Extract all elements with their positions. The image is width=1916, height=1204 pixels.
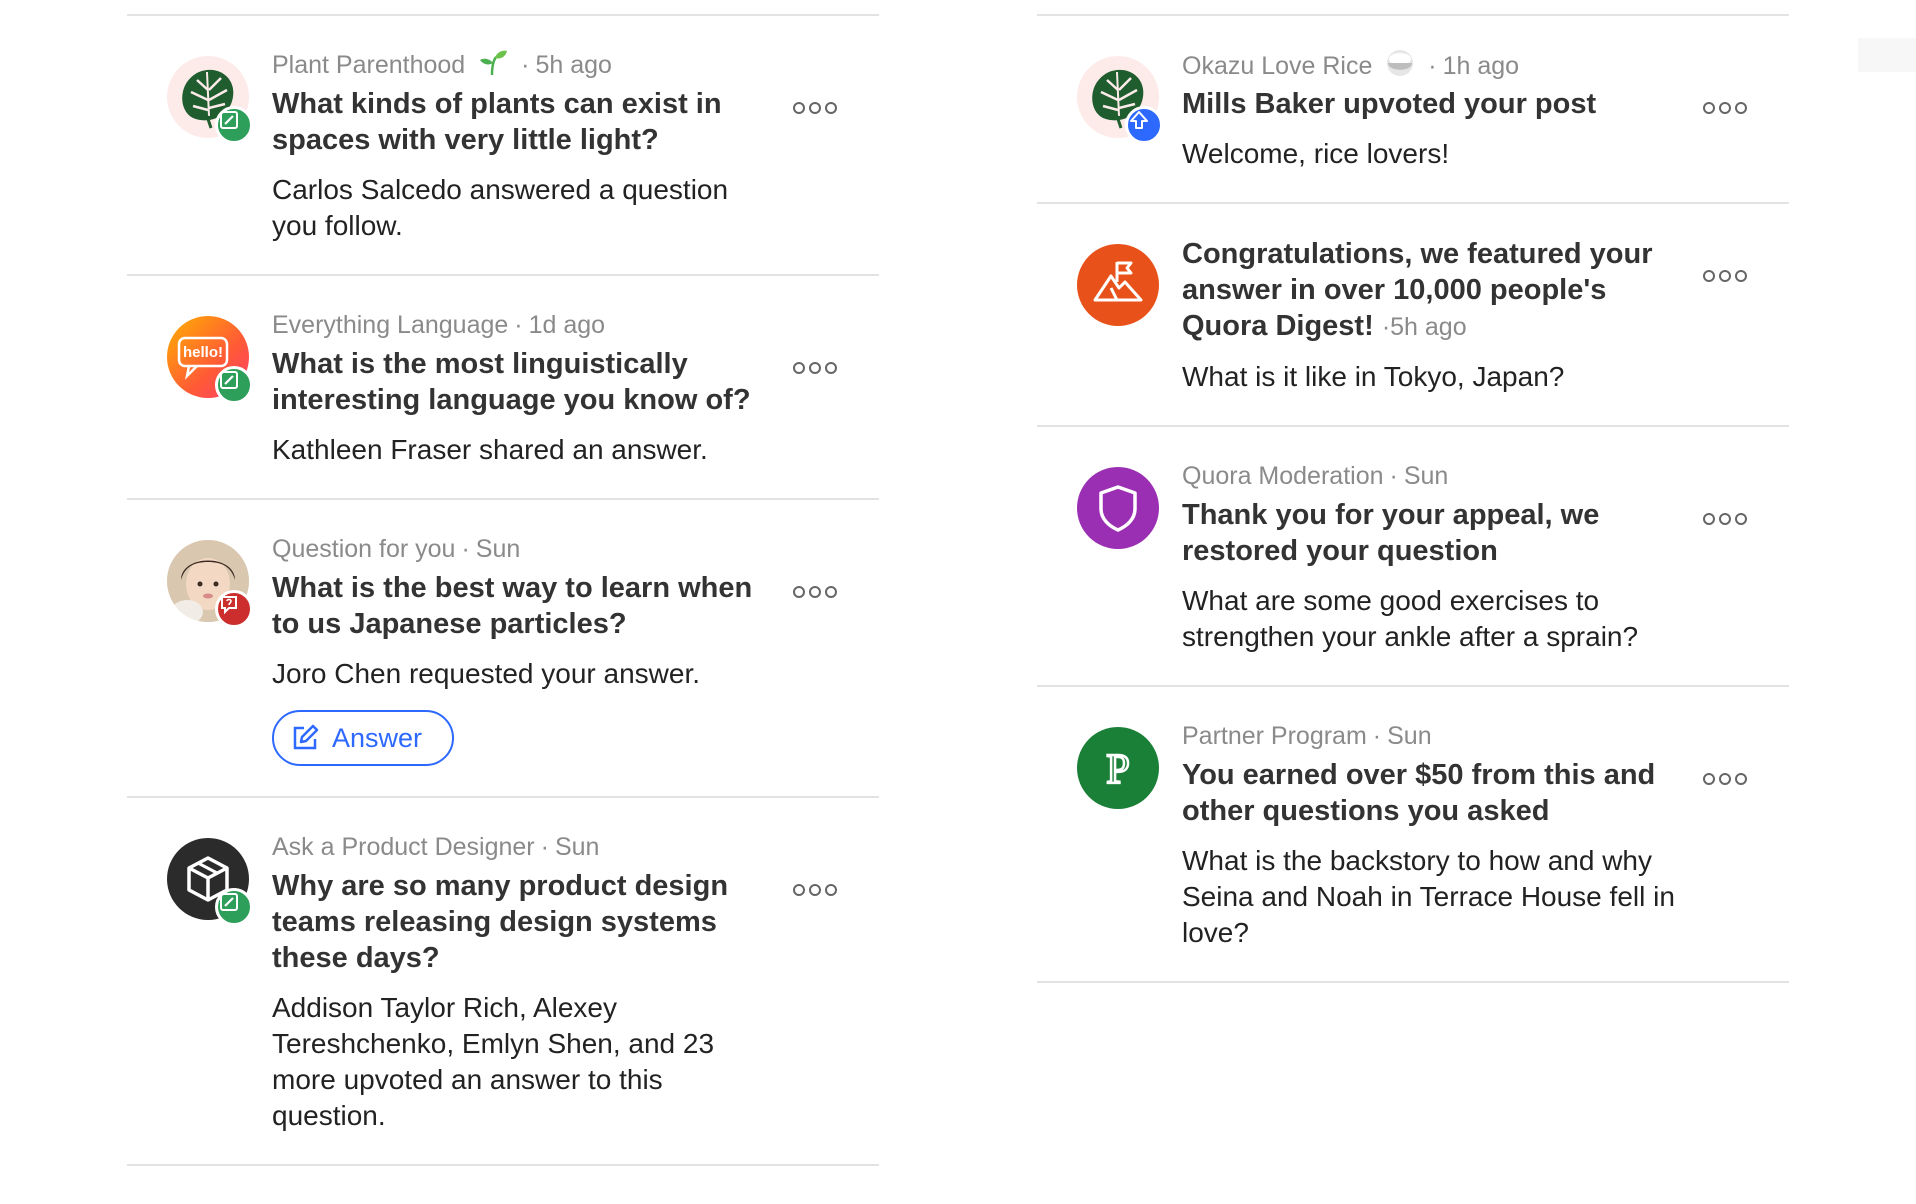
- notification-title[interactable]: You earned over $50 from this and other …: [1182, 757, 1679, 829]
- space-name[interactable]: Okazu Love Rice: [1182, 52, 1372, 80]
- more-options-icon[interactable]: [1703, 102, 1747, 114]
- more-options-icon[interactable]: [1703, 773, 1747, 785]
- more-options-icon[interactable]: [1703, 513, 1747, 525]
- edit-pencil-icon: [220, 371, 238, 389]
- timestamp: 1h ago: [1442, 52, 1520, 80]
- notification-meta: Question for you · Sun: [272, 535, 521, 563]
- moderation-avatar: [1077, 467, 1159, 549]
- notification-title[interactable]: Congratulations, we featured your answer…: [1182, 236, 1679, 345]
- notification-title[interactable]: What kinds of plants can exist in spaces…: [272, 86, 769, 158]
- notification-description: Kathleen Fraser shared an answer.: [272, 434, 708, 465]
- notification-description: What are some good exercises to strength…: [1182, 585, 1639, 652]
- answer-badge: [215, 366, 253, 404]
- partner-p-logo-icon: P: [1105, 746, 1131, 795]
- notification-item[interactable]: Ask a Product Designer · Sun Why are so ma…: [127, 798, 879, 1166]
- mountain-flag-icon: [1093, 261, 1143, 302]
- notifications-list-left: Plant Parenthood · 5h ago What kinds of p…: [127, 14, 879, 1166]
- notification-description: Joro Chen requested your answer.: [272, 658, 701, 689]
- shield-icon: [1099, 485, 1137, 532]
- request-badge: [215, 590, 253, 628]
- space-name[interactable]: Question for you: [272, 535, 455, 563]
- notification-title[interactable]: What is the best way to learn when to us…: [272, 570, 769, 642]
- space-name[interactable]: Everything Language: [272, 311, 508, 339]
- notification-meta: Okazu Love Rice · 1h ago: [1182, 48, 1679, 82]
- edit-pencil-icon: [220, 893, 238, 911]
- sprout-icon: [478, 49, 508, 86]
- rice-bowl-icon: [1385, 48, 1415, 87]
- space-avatar[interactable]: hello!: [167, 316, 253, 404]
- hello-bubble-text: hello!: [183, 344, 223, 361]
- notification-description: Welcome, rice lovers!: [1182, 138, 1450, 169]
- notification-item[interactable]: Quora Moderation · Sun Thank you for your …: [1037, 427, 1789, 687]
- more-options-icon[interactable]: [793, 884, 837, 896]
- space-name[interactable]: Plant Parenthood: [272, 51, 465, 79]
- timestamp: Sun: [554, 833, 600, 861]
- space-name[interactable]: Partner Program: [1182, 722, 1367, 750]
- answer-badge: [215, 106, 253, 144]
- notification-item[interactable]: hello! Everything Language · 1d ago What i…: [127, 276, 879, 500]
- more-options-icon[interactable]: [1703, 270, 1747, 282]
- notification-description: What is the backstory to how and why Sei…: [1182, 845, 1675, 948]
- notification-item[interactable]: Congratulations, we featured your answer…: [1037, 204, 1789, 427]
- notification-title[interactable]: Why are so many product design teams rel…: [272, 868, 769, 976]
- notification-item[interactable]: Okazu Love Rice · 1h ago Mills Baker upvo…: [1037, 16, 1789, 204]
- answer-button[interactable]: Answer: [272, 710, 455, 766]
- space-avatar[interactable]: [1077, 56, 1163, 144]
- notification-description[interactable]: What is it like in Tokyo, Japan?: [1182, 359, 1679, 395]
- answer-badge: [215, 888, 253, 926]
- user-photo-avatar[interactable]: [167, 540, 253, 628]
- notification-title[interactable]: Mills Baker upvoted your post: [1182, 86, 1679, 122]
- partner-program-avatar: P: [1077, 727, 1159, 809]
- notification-title[interactable]: Thank you for your appeal, we restored y…: [1182, 497, 1679, 569]
- upvote-badge: [1125, 106, 1163, 144]
- timestamp: Sun: [1387, 722, 1432, 750]
- notification-item[interactable]: P Partner Program · Sun You earned over $5…: [1037, 687, 1789, 983]
- notifications-list-right: Okazu Love Rice · 1h ago Mills Baker upvo…: [1037, 14, 1789, 983]
- edit-pencil-icon: [293, 724, 319, 750]
- notification-meta: Plant Parenthood · 5h ago: [272, 48, 769, 82]
- notification-meta: Partner Program · Sun: [1182, 722, 1432, 750]
- timestamp: 5h ago: [535, 51, 612, 79]
- partner-logo-letter: P: [1106, 747, 1129, 793]
- more-options-icon[interactable]: [793, 362, 837, 374]
- timestamp: Sun: [475, 535, 521, 563]
- space-avatar[interactable]: [167, 838, 253, 926]
- upvote-arrow-icon: [1130, 111, 1148, 129]
- question-bubble-icon: [221, 596, 237, 615]
- notification-item[interactable]: Question for you · Sun What is the best wa…: [127, 500, 879, 798]
- notification-description: Addison Taylor Rich, Alexey Tereshchenko…: [272, 992, 715, 1131]
- notification-title[interactable]: What is the most linguistically interest…: [272, 346, 769, 418]
- digest-avatar: [1077, 244, 1159, 326]
- notification-meta: Ask a Product Designer · Sun: [272, 833, 600, 861]
- answer-button-label: Answer: [332, 722, 423, 753]
- more-options-icon[interactable]: [793, 586, 837, 598]
- timestamp: 5h ago: [1390, 313, 1467, 341]
- notification-description: Carlos Salcedo answered a question you f…: [272, 174, 729, 241]
- timestamp: Sun: [1403, 462, 1449, 490]
- notification-meta: Quora Moderation · Sun: [1182, 462, 1449, 490]
- timestamp: 1d ago: [528, 311, 606, 339]
- space-avatar[interactable]: [167, 56, 253, 144]
- edit-pencil-icon: [220, 111, 238, 129]
- notification-meta: Everything Language · 1d ago: [272, 311, 606, 339]
- notification-item[interactable]: Plant Parenthood · 5h ago What kinds of p…: [127, 16, 879, 276]
- space-name[interactable]: Quora Moderation: [1182, 462, 1384, 490]
- more-options-icon[interactable]: [793, 102, 837, 114]
- space-name[interactable]: Ask a Product Designer: [272, 833, 535, 861]
- scrollbar-track[interactable]: [1858, 38, 1916, 72]
